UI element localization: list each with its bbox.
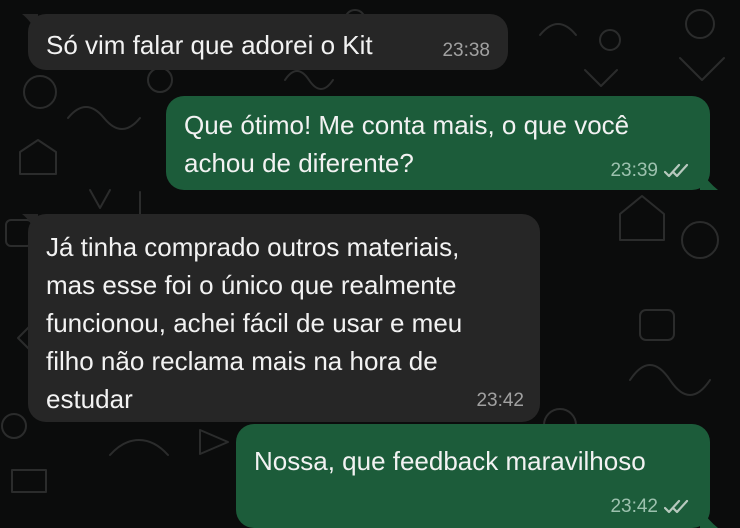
double-check-icon	[664, 163, 689, 178]
message-meta: 23:38	[442, 40, 490, 62]
message-outgoing[interactable]: Nossa, que feedback maravilhoso 23:42	[236, 424, 718, 528]
message-time: 23:42	[476, 390, 524, 411]
message-incoming[interactable]: Só vim falar que adorei o Kit 23:38	[22, 14, 508, 70]
message-outgoing[interactable]: Que ótimo! Me conta mais, o que você ach…	[166, 96, 718, 190]
message-meta: 23:42	[610, 496, 692, 518]
message-meta: 23:42	[476, 390, 524, 412]
message-text: Já tinha comprado outros materiais, mas …	[46, 232, 463, 414]
bubble-tail-icon	[22, 14, 38, 34]
message-time: 23:42	[610, 496, 658, 517]
message-incoming[interactable]: Já tinha comprado outros materiais, mas …	[22, 214, 540, 422]
message-meta: 23:39	[610, 160, 692, 182]
bubble-tail-icon	[700, 170, 718, 190]
chat-thread: Só vim falar que adorei o Kit 23:38 Que …	[0, 0, 740, 528]
message-text: Nossa, que feedback maravilhoso	[254, 446, 646, 476]
bubble-tail-icon	[22, 214, 38, 234]
double-check-icon	[664, 499, 689, 514]
message-text: Só vim falar que adorei o Kit	[46, 30, 373, 60]
message-time: 23:38	[442, 40, 490, 61]
message-time: 23:39	[610, 160, 658, 181]
bubble-tail-icon	[700, 508, 718, 528]
